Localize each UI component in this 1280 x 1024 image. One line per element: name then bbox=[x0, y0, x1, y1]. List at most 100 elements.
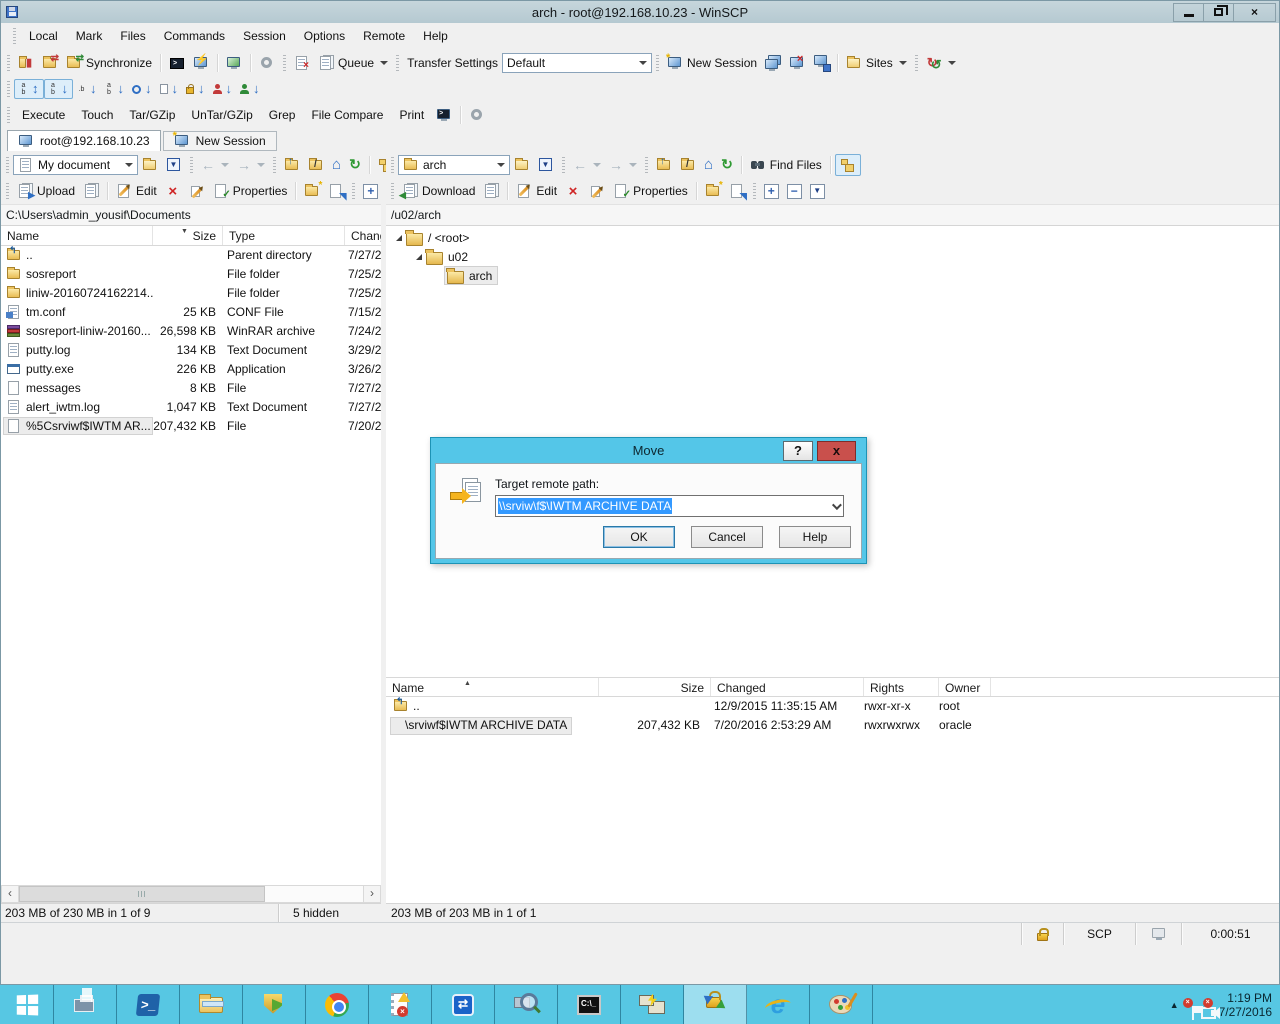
new-file-button[interactable]: ◥ bbox=[324, 181, 348, 201]
delete-button[interactable]: × bbox=[161, 182, 185, 201]
taskbar-internet-explorer[interactable]: e bbox=[747, 985, 810, 1024]
home-directory-button[interactable]: ⌂ bbox=[700, 156, 717, 174]
parent-directory-button[interactable]: ↑ bbox=[652, 155, 676, 175]
refresh-button[interactable]: ↻ bbox=[717, 154, 737, 175]
taskbar-remote-tool[interactable] bbox=[621, 985, 684, 1024]
download-button[interactable]: ◀ Download bbox=[398, 181, 479, 201]
file-row[interactable]: sosreport File folder7/25/2 bbox=[1, 265, 381, 284]
toolbar-grip[interactable] bbox=[6, 157, 9, 173]
properties-button[interactable]: ✓ Properties bbox=[609, 181, 692, 201]
new-folder-button[interactable]: * bbox=[300, 181, 324, 201]
menu-files[interactable]: Files bbox=[111, 24, 154, 48]
expand-button[interactable]: + bbox=[359, 182, 382, 201]
synchronize-button[interactable]: ⇄ Synchronize bbox=[62, 53, 156, 73]
parent-directory-button[interactable]: ↑ bbox=[280, 155, 304, 175]
open-directory-button[interactable] bbox=[510, 155, 534, 175]
remote-directory-select[interactable]: arch bbox=[398, 155, 510, 175]
menu-mark[interactable]: Mark bbox=[67, 24, 112, 48]
tray-expand-icon[interactable]: ▲ bbox=[1170, 1000, 1179, 1010]
file-row-selected[interactable]: %5Csrviwf$IWTM AR... 207,432 KBFile7/20/… bbox=[1, 417, 381, 436]
sort-by-group-button[interactable]: ↓ bbox=[236, 80, 264, 98]
column-header-name[interactable]: Name bbox=[386, 678, 599, 696]
menu-session[interactable]: Session bbox=[234, 24, 295, 48]
toolbar-grip[interactable] bbox=[753, 183, 756, 199]
home-directory-button[interactable]: ⌂ bbox=[328, 156, 345, 174]
column-header-changed[interactable]: Changed bbox=[345, 226, 381, 245]
file-row[interactable]: ↰.. Parent directory7/27/2 bbox=[1, 246, 381, 265]
tree-item-root[interactable]: / <root> bbox=[386, 228, 1279, 247]
column-header-name[interactable]: Name bbox=[1, 226, 153, 245]
toolbar-grip[interactable] bbox=[562, 157, 565, 173]
menu-options[interactable]: Options bbox=[295, 24, 354, 48]
toolbar-grip[interactable] bbox=[283, 55, 286, 71]
taskbar-log-viewer[interactable] bbox=[369, 985, 432, 1024]
menu-local[interactable]: Local bbox=[20, 24, 67, 48]
save-session-button[interactable] bbox=[809, 53, 833, 73]
file-compare-button[interactable]: File Compare bbox=[303, 106, 391, 124]
sort-by-extension-button[interactable]: ↓ bbox=[73, 80, 101, 98]
minimize-button[interactable] bbox=[1173, 3, 1204, 22]
scrollbar-thumb[interactable] bbox=[19, 886, 265, 902]
local-horizontal-scrollbar[interactable]: ‹ › bbox=[1, 885, 381, 903]
edit-button[interactable]: Edit bbox=[512, 181, 561, 201]
toolbar-grip[interactable] bbox=[915, 55, 918, 71]
duplicate-session-button[interactable] bbox=[761, 53, 785, 73]
toolbar-grip[interactable] bbox=[352, 183, 355, 199]
remote-tree-toggle-button[interactable] bbox=[835, 154, 861, 176]
properties-button[interactable]: ✓ Properties bbox=[209, 181, 292, 201]
toolbar-grip[interactable] bbox=[273, 157, 276, 173]
rename-button[interactable] bbox=[185, 181, 209, 201]
sort-by-size-button[interactable]: ↓ bbox=[156, 80, 183, 98]
refresh-button[interactable]: ↻ bbox=[345, 154, 365, 175]
restore-button[interactable] bbox=[1203, 3, 1234, 22]
column-header-type[interactable]: Type bbox=[223, 226, 345, 245]
root-directory-button[interactable]: / bbox=[304, 155, 328, 175]
taskbar-paint[interactable] bbox=[810, 985, 873, 1024]
open-directory-button[interactable] bbox=[138, 155, 162, 175]
custom-commands-settings-button[interactable] bbox=[465, 105, 489, 125]
grep-button[interactable]: Grep bbox=[261, 106, 304, 124]
taskbar-cmd[interactable]: C:\_ bbox=[558, 985, 621, 1024]
taskbar-clock[interactable]: 1:19 PM 7/27/2016 bbox=[1219, 991, 1272, 1019]
title-bar[interactable]: arch - root@192.168.10.23 - WinSCP × bbox=[1, 1, 1279, 23]
toolbar-grip[interactable] bbox=[656, 55, 659, 71]
execute-button[interactable]: Execute bbox=[14, 106, 73, 124]
upload-dialog-button[interactable] bbox=[79, 181, 103, 201]
rename-button[interactable] bbox=[585, 181, 609, 201]
combo-chevron-icon[interactable] bbox=[832, 500, 842, 510]
file-row[interactable]: putty.exe 226 KBApplication3/26/2 bbox=[1, 360, 381, 379]
dialog-help-button[interactable]: ? bbox=[783, 441, 813, 461]
queue-disable-button[interactable]: × bbox=[290, 53, 314, 73]
scroll-left-button[interactable]: ‹ bbox=[2, 886, 19, 902]
menu-remote[interactable]: Remote bbox=[354, 24, 414, 48]
column-header-rights[interactable]: Rights bbox=[864, 678, 939, 696]
file-row[interactable]: sosreport-liniw-20160... 26,598 KBWinRAR… bbox=[1, 322, 381, 341]
toolbar-grip[interactable] bbox=[190, 157, 193, 173]
sort-by-changed-button[interactable]: ↓ bbox=[128, 80, 156, 98]
move-dialog-titlebar[interactable]: Move ? x bbox=[431, 438, 866, 463]
touch-button[interactable]: Touch bbox=[73, 106, 121, 124]
close-session-button[interactable]: × bbox=[785, 53, 809, 73]
forward-button[interactable]: → bbox=[233, 155, 269, 175]
filter-button[interactable]: ▼ bbox=[534, 155, 558, 175]
delete-button[interactable]: × bbox=[561, 182, 585, 201]
dialog-close-button[interactable]: x bbox=[817, 441, 856, 461]
console-window-button[interactable]: > bbox=[432, 105, 456, 125]
toolbar-grip[interactable] bbox=[391, 183, 394, 199]
cancel-button[interactable]: Cancel bbox=[691, 526, 763, 548]
toolbar-grip[interactable] bbox=[6, 183, 9, 199]
file-row-selected[interactable]: \srviwf$IWTM ARCHIVE DATA 207,432 KB 7/2… bbox=[386, 716, 1279, 735]
tree-expander-icon[interactable] bbox=[416, 254, 422, 260]
tree-expander-icon[interactable] bbox=[396, 235, 402, 241]
compare-directories-button[interactable]: ▮ bbox=[14, 53, 38, 73]
column-header-changed[interactable]: Changed bbox=[711, 678, 864, 696]
taskbar-network-scanner[interactable] bbox=[495, 985, 558, 1024]
toolbar-grip[interactable] bbox=[391, 157, 394, 173]
upload-button[interactable]: ▶ Upload bbox=[13, 181, 79, 201]
help-button[interactable]: Help bbox=[779, 526, 851, 548]
file-row[interactable]: putty.log 134 KBText Document3/29/2 bbox=[1, 341, 381, 360]
forward-button[interactable]: → bbox=[605, 155, 641, 175]
scrollbar-track[interactable] bbox=[265, 886, 363, 902]
root-directory-button[interactable]: / bbox=[676, 155, 700, 175]
session-tab-active[interactable]: root@192.168.10.23 bbox=[7, 130, 161, 151]
